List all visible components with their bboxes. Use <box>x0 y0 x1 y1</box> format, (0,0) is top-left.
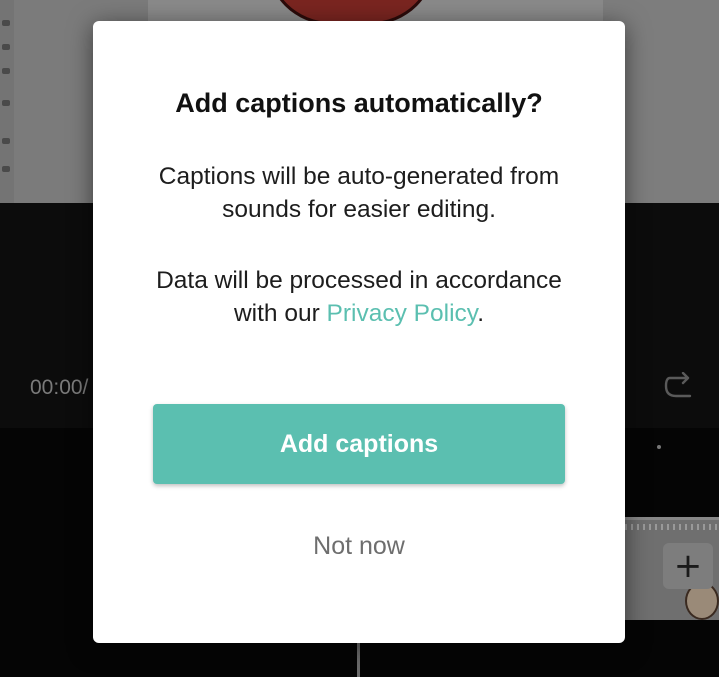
video-editor-screen: 00:00/ + Add captions automatically? Cap… <box>0 0 719 677</box>
add-captions-button[interactable]: Add captions <box>153 404 565 484</box>
dialog-title: Add captions automatically? <box>175 88 543 118</box>
dialog-description: Captions will be auto-generated from sou… <box>158 163 560 223</box>
privacy-policy-link[interactable]: Privacy Policy <box>327 300 478 327</box>
privacy-notice-suffix: . <box>477 300 485 327</box>
privacy-notice: Data will be processed in accordance wit… <box>133 264 585 330</box>
not-now-button[interactable]: Not now <box>259 521 459 571</box>
auto-captions-dialog: Add captions automatically? Captions wil… <box>93 21 625 643</box>
